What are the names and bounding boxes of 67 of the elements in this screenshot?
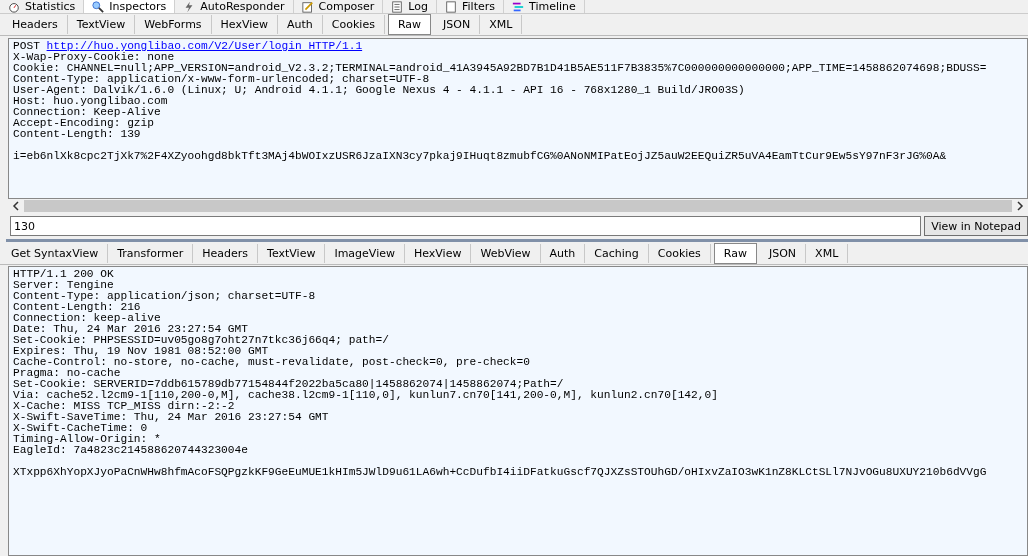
main-tab[interactable]: Timeline (504, 0, 585, 13)
inspector-tab[interactable]: XML (806, 243, 849, 263)
main-tab[interactable]: Composer (293, 0, 384, 13)
inspector-tab[interactable]: Auth (540, 243, 586, 263)
header-line: Host: huo.yonglibao.com (13, 96, 169, 107)
header-line: HTTP/1.1 200 OK (13, 269, 115, 280)
header-line: Connection: Keep-Alive (13, 107, 161, 118)
inspector-tab[interactable]: Raw (713, 242, 757, 264)
header-line: Timing-Allow-Origin: * (13, 434, 162, 445)
main-tab[interactable]: Log (383, 0, 437, 13)
inspector-tab[interactable]: Cookies (322, 15, 385, 34)
magnifier-icon (92, 0, 105, 13)
header-line: Connection: keep-alive (13, 313, 162, 324)
response-text-area[interactable] (8, 266, 1028, 556)
inspector-tab[interactable]: WebForms (135, 15, 212, 34)
inspector-tab[interactable]: Transformer (108, 243, 194, 263)
header-line: Content-Type: application/json; charset=UTF-8 (13, 291, 317, 302)
request-text-area[interactable] (8, 38, 1028, 199)
header-line: EagleId: 7a4823c214588620744323004e (13, 445, 249, 456)
inspector-tab[interactable]: JSON (760, 243, 807, 263)
main-tab[interactable]: Filters (437, 0, 504, 13)
header-line: Content-Length: 139 (13, 129, 141, 140)
view-in-notepad-button[interactable]: View in Notepad (924, 216, 1028, 236)
inspector-tab[interactable]: Caching (585, 243, 649, 263)
header-line: Date: Thu, 24 Mar 2016 23:27:54 GMT (13, 324, 249, 335)
header-line: Accept-Encoding: gzip (13, 118, 154, 129)
header-line: X-Wap-Proxy-Cookie: none (13, 52, 175, 63)
header-line: Via: cache52.l2cm9-1[110,200-0,M], cache38.l2cm9-1[110,0], kunlun7.cn70[141,200-0,M], kunlun2.cn70[142,0] (13, 390, 719, 401)
header-line: Set-Cookie: PHPSESSID=uv05go8g7oht27n7tkc36j66q4; path=/ (13, 335, 390, 346)
inspector-tab[interactable]: Headers (3, 15, 68, 34)
inspector-tab[interactable]: Get SyntaxView (2, 243, 109, 263)
inspector-tab[interactable]: HexView (404, 243, 472, 263)
header-line: Pragma: no-cache (13, 368, 122, 379)
page-icon (445, 0, 457, 13)
header-line: X-Swift-SaveTime: Thu, 24 Mar 2016 23:27:54 GMT (13, 412, 330, 423)
header-line: Content-Length: 216 (13, 302, 141, 313)
header-line: Expires: Thu, 19 Nov 1981 08:52:00 GMT (13, 346, 269, 357)
url-link[interactable]: http://huo.yonglibao.com/V2/User/login HTTP/1.1 (46, 40, 363, 52)
inspector-tab[interactable]: Raw (387, 14, 432, 35)
header-line: Cookie: CHANNEL=null;APP_VERSION=android_V2.3.2;TERMINAL=android_41A3945A92BD7B1D41B5AE511F7B3835%7C000000000000000;APP_TIME=1458862074698;BDUSS= (13, 63, 988, 74)
main-tab[interactable]: AutoResponder (175, 0, 294, 13)
header-line: Set-Cookie: SERVERID=7ddb615789db77154844f2022ba5ca80|1458862074|1458862074;Path=/ (13, 379, 564, 390)
inspector-tab[interactable]: TextView (258, 243, 326, 263)
header-line: Content-Type: application/x-www-form-urlencoded; charset=UTF-8 (13, 74, 430, 85)
inspector-tab[interactable]: Headers (193, 243, 259, 263)
inspector-tab[interactable]: Auth (278, 15, 323, 34)
timeline-icon (512, 0, 524, 13)
find-field[interactable]: 130 (10, 216, 922, 236)
inspector-tab[interactable]: WebView (471, 243, 541, 263)
body-line: i=eb6nlXk8cpc2TjXk7%2F4XZyoohgd8bkTft3MAj4bWOIxzUSR6JzaIXN3cy7pkaj9IHuqt8zmubfCG%0ANoNMIPatEojJZ5auW2EEQuiZR5uVA4EamTtCur9Ew5sY97nF3rJG%0A& (13, 151, 948, 162)
inspector-tab[interactable]: TextView (67, 15, 136, 34)
pencil-icon (301, 0, 314, 13)
inspector-tab[interactable]: HexView (211, 15, 279, 34)
inspector-tab[interactable]: ImageView (325, 243, 405, 263)
inspector-tab[interactable]: Cookies (648, 243, 711, 263)
inspector-tab[interactable]: XML (480, 15, 523, 34)
header-line: X-Cache: MISS TCP_MISS dirn:-2:-2 (13, 401, 235, 412)
stopwatch-icon (8, 0, 20, 13)
inspector-tab[interactable]: JSON (434, 15, 481, 34)
main-tab[interactable]: Inspectors (84, 0, 176, 13)
header-line: User-Agent: Dalvik/1.6.0 (Linux; U; Android 4.1.1; Google Nexus 4 - 4.1.1 - API 16 - 768x1280_1 Build/JRO03S) (13, 85, 746, 96)
body-line: XTxpp6XhYopXJyoPaCnWHw8hfmAcoFSQPgzkKF9GeEuMUE1kHIm5JWlD9u61LA6wh+CcDufbI4iiDFatkuGscf7QJXZsSTOUhGD/oHIxvZaIO3wK1nZ8KLCtSLl7NJvOGu8UXUY210b6dVVgG (13, 467, 988, 478)
header-line: Cache-Control: no-store, no-cache, must-revalidate, post-check=0, pre-check=0 (13, 357, 531, 368)
request-line: POST http://huo.yonglibao.com/V2/User/login HTTP/1.1 (13, 41, 364, 52)
header-line: Server: Tengine (13, 280, 115, 291)
header-line: X-Swift-CacheTime: 0 (13, 423, 149, 434)
document-icon (391, 0, 404, 13)
